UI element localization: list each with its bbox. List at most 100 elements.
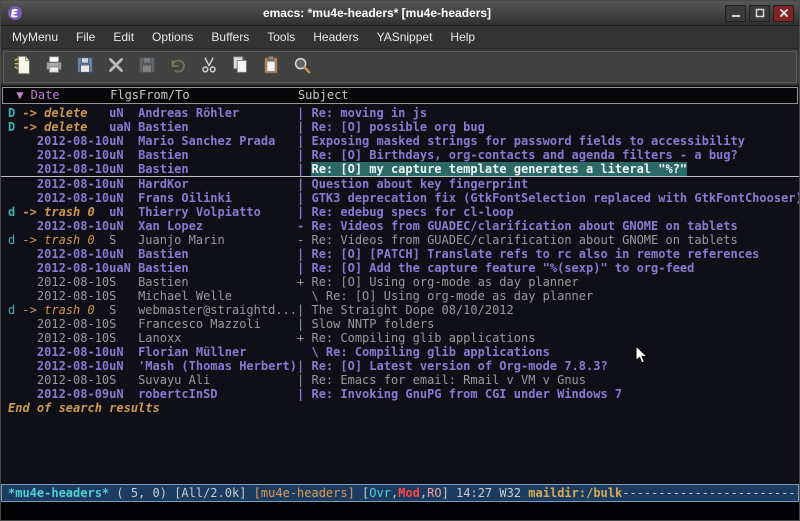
toolbar-button-new-file[interactable] [9, 54, 37, 80]
menu-item-file[interactable]: File [67, 27, 104, 47]
toolbar-button-copy[interactable] [226, 54, 254, 80]
message-date: 2012-08-10 [22, 219, 109, 233]
message-row[interactable]: 2012-08-10uN Xan Lopez - Re: Videos from… [1, 219, 799, 233]
menu-item-tools[interactable]: Tools [258, 27, 304, 47]
maximize-button[interactable] [749, 5, 770, 22]
toolbar-button-save[interactable] [71, 54, 99, 80]
message-subject: Re: [O] possible org bug [311, 120, 484, 134]
mark-char: D [8, 120, 22, 134]
message-subject: Slow NNTP folders [311, 317, 434, 331]
close-button[interactable] [773, 5, 794, 22]
message-date: 2012-08-10 [22, 359, 109, 373]
header-col-date[interactable]: ▼ Date [16, 88, 110, 103]
message-date: 2012-08-10 [22, 345, 109, 359]
mark-char [8, 331, 22, 345]
message-from: Mario Sanchez Prada [138, 134, 297, 148]
message-row[interactable]: 2012-08-10uaN Bastien | Re: [O] Add the … [1, 261, 799, 275]
mark-char [8, 148, 22, 162]
modeline-segment: ] [442, 486, 456, 500]
message-row[interactable]: 2012-08-10uN Florian Müllner \ Re: Compi… [1, 345, 799, 359]
toolbar-button-paste[interactable] [257, 54, 285, 80]
message-from: Thierry Volpiatto [138, 205, 297, 219]
toolbar-button-close-buffer[interactable] [102, 54, 130, 80]
close-icon [779, 8, 789, 18]
message-row[interactable]: 2012-08-10S Francesco Mazzoli | Slow NNT… [1, 317, 799, 331]
thread-prefix: | [297, 317, 311, 331]
header-col-subject[interactable]: Subject [298, 88, 349, 102]
mode-line[interactable]: *mu4e-headers* ( 5, 0) [All/2.0k] [mu4e-… [1, 484, 799, 502]
message-from: 'Mash (Thomas Herbert) [138, 359, 297, 373]
modeline-segment: -------------------------------------- [622, 486, 799, 500]
menu-item-edit[interactable]: Edit [104, 27, 143, 47]
message-flags: S [109, 289, 138, 303]
minimize-button[interactable] [725, 5, 746, 22]
thread-prefix: - [297, 219, 311, 233]
message-row[interactable]: 2012-08-10uN 'Mash (Thomas Herbert)| Re:… [1, 359, 799, 373]
modeline-segment: [mu4e-headers] [254, 486, 362, 500]
message-flags: S [109, 373, 138, 387]
message-from: robertcInSD [138, 387, 297, 401]
toolbar-button-save-as [133, 54, 161, 80]
message-row[interactable]: d -> trash 0 S Juanjo Marin - Re: Videos… [1, 233, 799, 247]
message-flags: S [109, 303, 138, 317]
message-row[interactable]: d -> trash 0 uN Thierry Volpiatto | Re: … [1, 205, 799, 219]
message-subject: Re: edebug specs for cl-loop [311, 205, 513, 219]
thread-prefix: | [297, 247, 311, 261]
toolbar-button-search[interactable] [288, 54, 316, 80]
message-row[interactable]: 2012-08-10uN Bastien | Re: [O] Birthdays… [1, 148, 799, 162]
titlebar[interactable]: emacs: *mu4e-headers* [mu4e-headers] [1, 1, 799, 26]
thread-prefix: + [297, 275, 311, 289]
echo-area[interactable] [1, 502, 799, 520]
message-row[interactable]: 2012-08-10uN Mario Sanchez Prada | Expos… [1, 134, 799, 148]
mark-char: d [8, 205, 22, 219]
message-row[interactable]: 2012-08-10S Michael Welle \ Re: [O] Usin… [1, 289, 799, 303]
message-from: Bastien [138, 275, 297, 289]
menu-item-buffers[interactable]: Buffers [202, 27, 258, 47]
menu-item-mymenu[interactable]: MyMenu [3, 27, 67, 47]
toolbar-button-cut[interactable] [195, 54, 223, 80]
modeline-segment: Ovr [369, 486, 391, 500]
menu-item-help[interactable]: Help [441, 27, 484, 47]
thread-prefix: \ [297, 345, 326, 359]
mark-char [8, 387, 22, 401]
message-row[interactable]: 2012-08-10S Lanoxx + Re: Compiling glib … [1, 331, 799, 345]
header-col-from[interactable]: From/To [139, 88, 298, 103]
maximize-icon [755, 8, 765, 18]
toolbar-button-print[interactable] [40, 54, 68, 80]
header-col-flags[interactable]: Flgs [110, 88, 139, 103]
message-from: Xan Lopez [138, 219, 297, 233]
message-date: 2012-08-10 [22, 261, 109, 275]
menu-item-yasnippet[interactable]: YASnippet [368, 27, 442, 47]
message-row[interactable]: 2012-08-10uN Bastien | Re: [O] my captur… [1, 162, 799, 177]
menu-item-options[interactable]: Options [143, 27, 202, 47]
message-row[interactable]: D -> delete uN Andreas Röhler | Re: movi… [1, 106, 799, 120]
copy-icon [229, 54, 251, 81]
message-row[interactable]: 2012-08-10S Suvayu Ali | Re: Emacs for e… [1, 373, 799, 387]
message-flags: uN [109, 205, 138, 219]
message-subject: Re: [O] Birthdays, org-contacts and agen… [311, 148, 737, 162]
message-flags: uN [109, 387, 138, 401]
message-subject: Re: Compiling glib applications [326, 345, 550, 359]
message-subject: Re: [O] [PATCH] Translate refs to rc als… [311, 247, 759, 261]
message-row[interactable]: d -> trash 0 S webmaster@straightd...| T… [1, 303, 799, 317]
message-date: 2012-08-10 [22, 373, 109, 387]
window-title: emacs: *mu4e-headers* [mu4e-headers] [29, 6, 725, 20]
message-from: Florian Müllner [138, 345, 297, 359]
message-subject: Question about key fingerprint [311, 177, 528, 191]
message-row[interactable]: 2012-08-10uN HardKor | Question about ke… [1, 177, 799, 191]
message-row[interactable]: 2012-08-09uN robertcInSD | Re: Invoking … [1, 387, 799, 401]
mark-char [8, 275, 22, 289]
mark-char [8, 345, 22, 359]
message-row[interactable]: 2012-08-10uN Bastien | Re: [O] [PATCH] T… [1, 247, 799, 261]
message-row[interactable]: 2012-08-10uN Frans Oilinki | GTK3 deprec… [1, 191, 799, 205]
menu-item-headers[interactable]: Headers [304, 27, 367, 47]
message-date: 2012-08-10 [22, 191, 109, 205]
message-from: Suvayu Ali [138, 373, 297, 387]
message-date: 2012-08-10 [22, 317, 109, 331]
thread-prefix: | [297, 148, 311, 162]
message-row[interactable]: 2012-08-10S Bastien + Re: [O] Using org-… [1, 275, 799, 289]
mark-char [8, 177, 22, 191]
message-subject: Re: Invoking GnuPG from CGI under Window… [311, 387, 622, 401]
message-row[interactable]: D -> delete uaN Bastien | Re: [O] possib… [1, 120, 799, 134]
message-flags: uN [109, 162, 138, 176]
